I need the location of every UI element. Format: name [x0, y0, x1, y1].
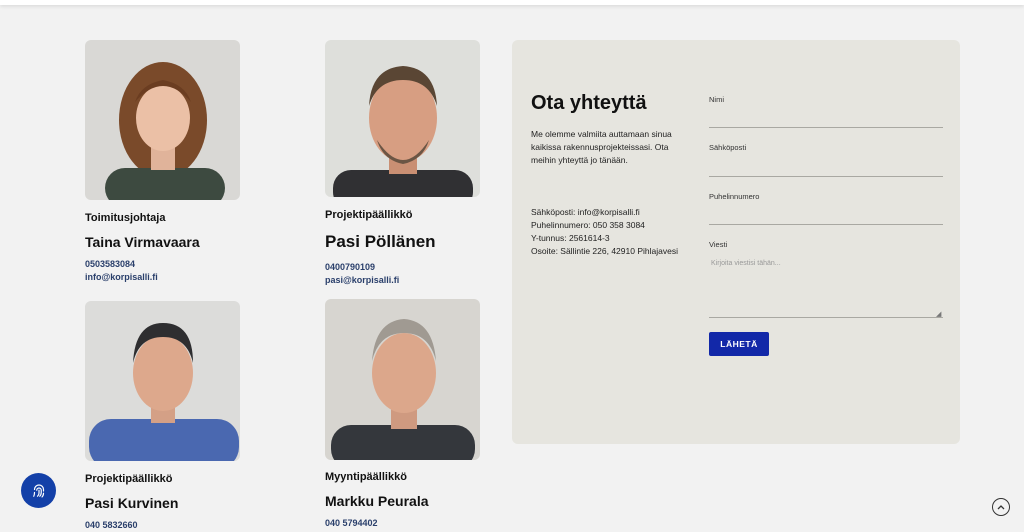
contact-email: Sähköposti: info@korpisalli.fi: [531, 207, 640, 217]
team-email-link[interactable]: pasi@korpisalli.fi: [325, 274, 399, 287]
team-role: Projektipäällikkö: [325, 209, 413, 221]
submit-button[interactable]: LÄHETÄ: [709, 332, 769, 356]
team-photo: [85, 40, 240, 200]
contact-panel: Ota yhteyttä Me olemme valmiita auttamaa…: [512, 40, 960, 444]
team-contact: 040 5794402: [325, 517, 378, 530]
team-phone-link[interactable]: 040 5832660: [85, 519, 138, 532]
team-photo: [325, 299, 480, 460]
name-label: Nimi: [709, 95, 724, 104]
phone-label: Puhelinnumero: [709, 192, 760, 201]
resize-handle-icon[interactable]: ◢: [936, 310, 941, 318]
header-bar: [0, 0, 1024, 5]
scroll-top-button[interactable]: [992, 498, 1010, 516]
team-role: Toimitusjohtaja: [85, 212, 166, 224]
team-contact: 0503583084 info@korpisalli.fi: [85, 258, 158, 284]
team-role: Myyntipäällikkö: [325, 471, 407, 483]
contact-info: Sähköposti: info@korpisalli.fi Puhelinnu…: [531, 206, 706, 258]
email-label: Sähköposti: [709, 143, 747, 152]
contact-title: Ota yhteyttä: [531, 92, 647, 114]
team-card-taina: Toimitusjohtaja Taina Virmavaara 0503583…: [85, 40, 240, 282]
chevron-up-icon: [997, 505, 1005, 510]
message-textarea[interactable]: Kirjoita viestisi tähän...: [709, 256, 943, 318]
contact-phone: Puhelinnumero: 050 358 3084: [531, 220, 645, 230]
accessibility-button[interactable]: [21, 473, 56, 508]
team-phone-link[interactable]: 0400790109: [325, 261, 399, 274]
team-card-pasi-pollanen: Projektipäällikkö Pasi Pöllänen 04007901…: [325, 40, 480, 285]
name-field[interactable]: [709, 127, 943, 128]
team-email-link[interactable]: info@korpisalli.fi: [85, 271, 158, 284]
phone-field[interactable]: [709, 224, 943, 225]
team-name: Markku Peurala: [325, 493, 429, 509]
team-card-markku-peurala: Myyntipäällikkö Markku Peurala 040 57944…: [325, 299, 480, 528]
team-phone-link[interactable]: 040 5794402: [325, 517, 378, 530]
contact-intro: Me olemme valmiita auttamaan sinua kaiki…: [531, 129, 672, 165]
team-name: Pasi Kurvinen: [85, 495, 179, 511]
team-phone-link[interactable]: 0503583084: [85, 258, 158, 271]
team-contact: 0400790109 pasi@korpisalli.fi: [325, 261, 399, 287]
message-label: Viesti: [709, 240, 728, 249]
team-name: Taina Virmavaara: [85, 234, 200, 250]
team-card-pasi-kurvinen: Projektipäällikkö Pasi Kurvinen 040 5832…: [85, 301, 240, 530]
contact-address: Osoite: Sällintie 226, 42910 Pihlajavesi: [531, 246, 678, 256]
team-photo: [85, 301, 240, 461]
team-role: Projektipäällikkö: [85, 473, 173, 485]
email-field[interactable]: [709, 176, 943, 177]
team-name: Pasi Pöllänen: [325, 232, 436, 251]
fingerprint-icon: [32, 483, 44, 498]
contact-ytunnus: Y-tunnus: 2561614-3: [531, 233, 610, 243]
team-contact: 040 5832660: [85, 519, 138, 532]
team-photo: [325, 40, 480, 197]
